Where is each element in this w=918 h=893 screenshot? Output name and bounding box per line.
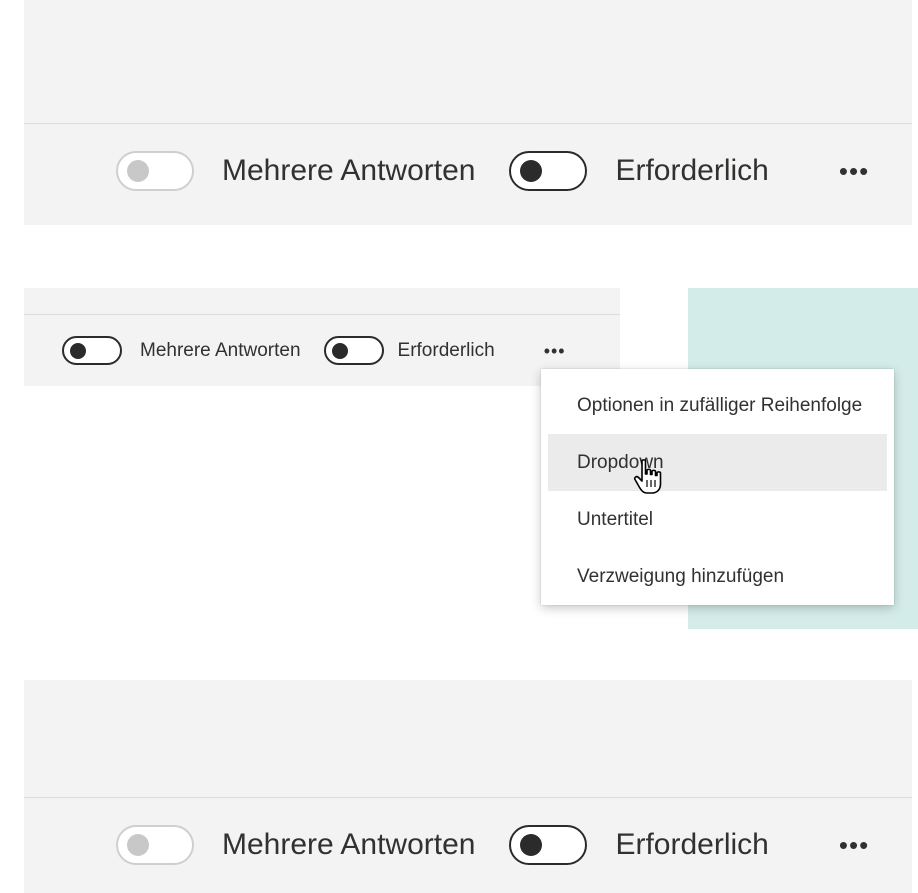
more-options-icon[interactable]: ••• — [839, 832, 869, 858]
toggle-knob — [70, 343, 86, 359]
toggle-knob — [520, 834, 543, 856]
bottom-question-panel: Mehrere Antworten Erforderlich ••• — [24, 680, 912, 893]
top-question-toolbar: Mehrere Antworten Erforderlich ••• — [116, 151, 869, 191]
middle-panel-divider — [24, 314, 620, 315]
required-label: Erforderlich — [615, 828, 769, 861]
menu-item-dropdown[interactable]: Dropdown — [548, 434, 887, 491]
menu-item-add-branching[interactable]: Verzweigung hinzufügen — [548, 548, 887, 605]
screenshot-stage: Mehrere Antworten Erforderlich ••• Mehre… — [0, 0, 918, 893]
more-options-menu: Optionen in zufälliger Reihenfolge Dropd… — [541, 369, 894, 605]
menu-item-label: Verzweigung hinzufügen — [577, 565, 785, 587]
more-options-icon[interactable]: ••• — [544, 342, 566, 360]
menu-item-label: Untertitel — [577, 508, 654, 530]
multiple-answers-label: Mehrere Antworten — [140, 339, 301, 361]
top-panel-divider — [24, 123, 912, 124]
multiple-answers-toggle[interactable] — [116, 825, 194, 865]
bottom-panel-divider — [24, 797, 912, 798]
top-question-panel: Mehrere Antworten Erforderlich ••• — [24, 0, 912, 225]
toggle-knob — [520, 160, 543, 182]
toggle-knob — [127, 834, 149, 856]
hand-pointer-icon — [633, 459, 662, 494]
menu-item-shuffle-options[interactable]: Optionen in zufälliger Reihenfolge — [548, 377, 887, 434]
multiple-answers-toggle[interactable] — [116, 151, 194, 191]
required-toggle[interactable] — [323, 336, 384, 365]
required-label: Erforderlich — [615, 154, 769, 187]
required-toggle[interactable] — [509, 825, 588, 865]
more-options-icon[interactable]: ••• — [839, 158, 869, 184]
required-toggle[interactable] — [509, 151, 588, 191]
multiple-answers-toggle[interactable] — [62, 336, 122, 365]
menu-item-subtitle[interactable]: Untertitel — [548, 491, 887, 548]
required-label: Erforderlich — [397, 339, 495, 361]
multiple-answers-label: Mehrere Antworten — [222, 828, 476, 861]
middle-question-toolbar: Mehrere Antworten Erforderlich ••• — [62, 336, 566, 365]
menu-item-label: Optionen in zufälliger Reihenfolge — [577, 394, 863, 416]
multiple-answers-label: Mehrere Antworten — [222, 154, 476, 187]
middle-question-panel: Mehrere Antworten Erforderlich ••• — [24, 288, 620, 386]
toggle-knob — [127, 160, 149, 182]
toggle-knob — [331, 343, 348, 359]
bottom-question-toolbar: Mehrere Antworten Erforderlich ••• — [116, 825, 869, 865]
